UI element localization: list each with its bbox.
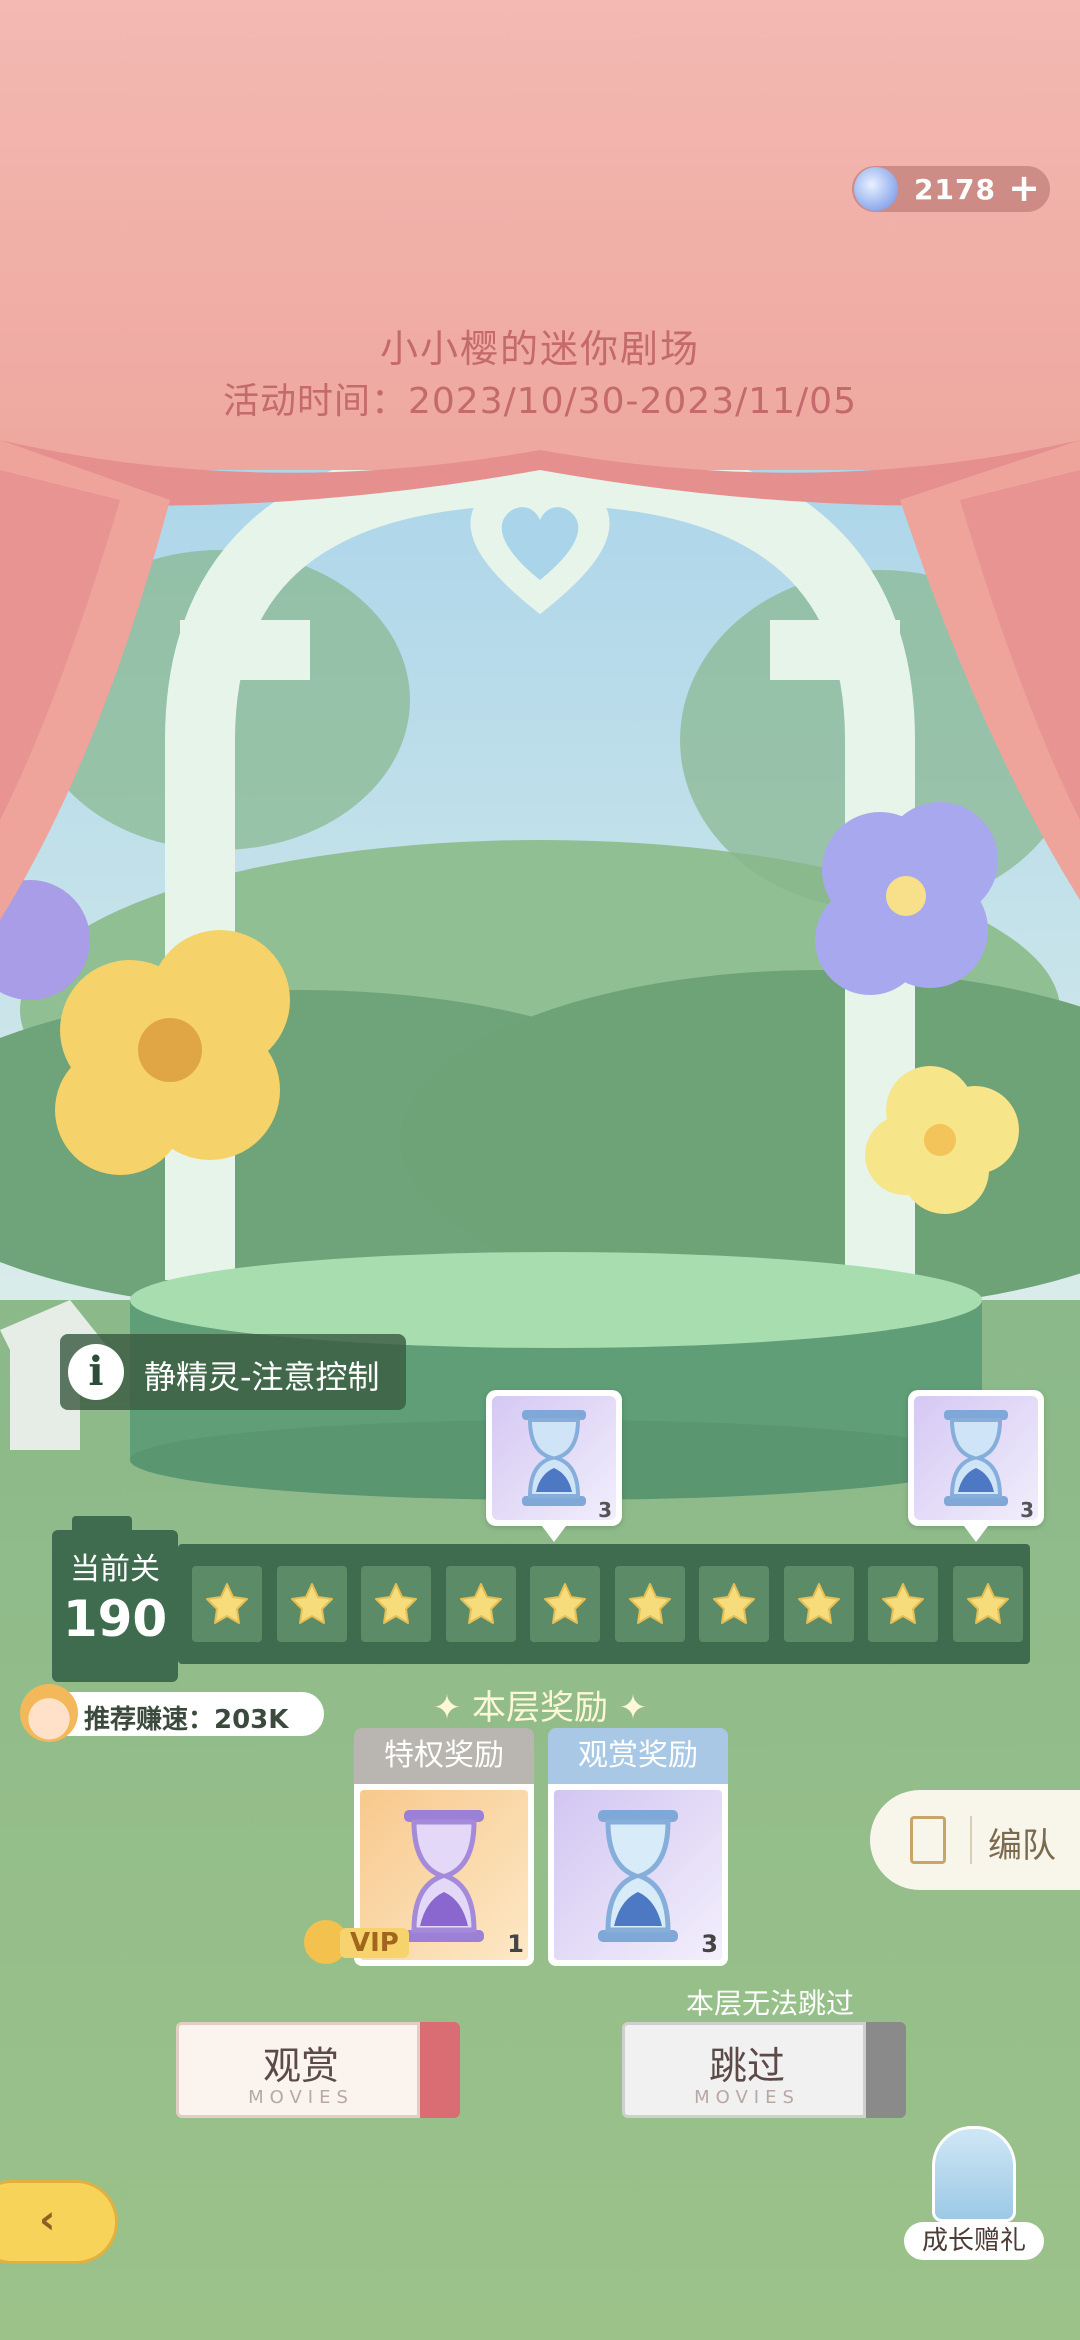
back-button[interactable]: ‹	[0, 2180, 118, 2264]
floor-rewards-title: ✦ 本层奖励 ✦	[432, 1688, 648, 1728]
vip-label: VIP	[340, 1928, 409, 1958]
skip-button[interactable]: 跳过 MOVIES	[622, 2022, 906, 2118]
watch-label: 观赏	[262, 2044, 339, 2088]
divider	[970, 1816, 972, 1864]
growth-gift-label: 成长赠礼	[904, 2222, 1044, 2260]
milestone-reward-1[interactable]: 3	[486, 1390, 622, 1542]
enemy-info-tag[interactable]: i 静精灵-注意控制	[60, 1334, 406, 1410]
current-level-number: 190	[62, 1590, 168, 1648]
level-star	[530, 1566, 600, 1642]
level-star	[445, 1566, 516, 1642]
current-level-label: 当前关	[70, 1552, 160, 1587]
blue-hourglass-icon	[554, 1790, 722, 1960]
viewing-reward-header: 观赏奖励	[548, 1728, 728, 1784]
team-formation-button[interactable]: 编队	[870, 1790, 1080, 1890]
level-star-track	[178, 1544, 1030, 1664]
privilege-reward-count: 1	[507, 1930, 524, 1958]
level-star	[276, 1566, 347, 1642]
privilege-reward-header: 特权奖励	[354, 1728, 534, 1784]
event-time: 活动时间：2023/10/30-2023/11/05	[223, 381, 857, 422]
skip-label: 跳过	[708, 2044, 785, 2088]
ticket-stub	[420, 2022, 460, 2118]
enemy-info-label: 静精灵-注意控制	[144, 1358, 380, 1396]
level-star	[952, 1566, 1023, 1642]
viewing-reward-card[interactable]: 观赏奖励 3	[548, 1728, 728, 1966]
ticket-stub	[866, 2022, 906, 2118]
level-star	[699, 1566, 769, 1642]
add-currency-button[interactable]: +	[1008, 168, 1040, 208]
skip-disabled-note: 本层无法跳过	[685, 1987, 854, 2020]
event-title: 小小樱的迷你剧场	[379, 327, 700, 371]
team-formation-label: 编队	[988, 1826, 1056, 1866]
vip-badge: VIP	[304, 1920, 414, 1964]
currency-value: 2178	[914, 173, 996, 206]
level-star	[868, 1566, 938, 1642]
skip-sublabel: MOVIES	[694, 2087, 800, 2108]
crystal-icon	[854, 167, 898, 211]
milestone-count: 3	[1020, 1498, 1034, 1522]
info-icon: i	[68, 1344, 124, 1400]
viewing-reward-count: 3	[701, 1930, 718, 1958]
level-star	[614, 1566, 685, 1642]
watch-sublabel: MOVIES	[248, 2087, 354, 2108]
level-star	[192, 1566, 262, 1642]
growth-gift-button[interactable]: 成长赠礼	[904, 2126, 1044, 2262]
milestone-count: 3	[598, 1498, 612, 1522]
current-level-panel: 当前关 190	[52, 1516, 178, 1682]
card-icon	[910, 1816, 946, 1864]
level-star	[361, 1566, 431, 1642]
currency-bar: 2178 +	[852, 166, 1050, 212]
back-arrow-icon: ‹	[39, 2197, 56, 2243]
level-star	[783, 1566, 854, 1642]
gift-box-icon	[932, 2126, 1016, 2222]
watch-button[interactable]: 观赏 MOVIES	[176, 2022, 460, 2118]
milestone-reward-2[interactable]: 3	[908, 1390, 1044, 1542]
